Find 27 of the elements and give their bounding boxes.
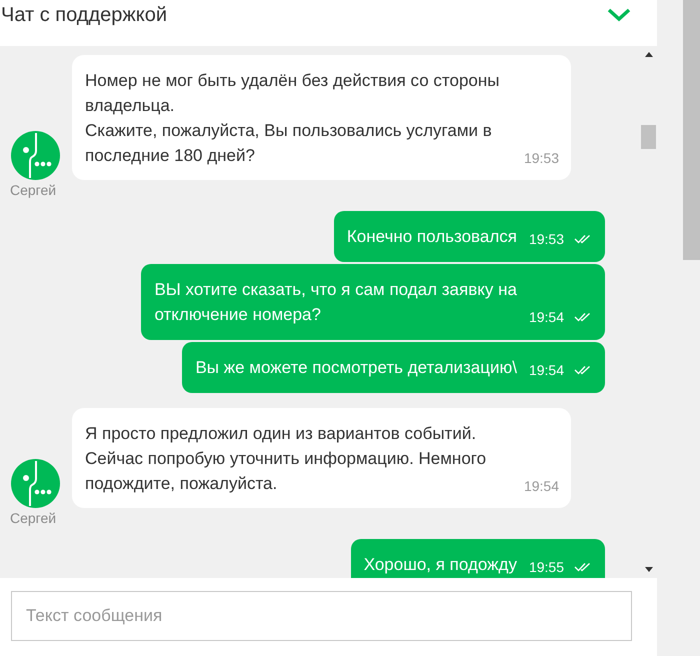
sender-name: Сергей [10, 181, 56, 200]
message-text: ВЫ хотите сказать, что я сам подал заявку на отключение номера? [154, 279, 517, 326]
message-text: Я просто предложил один из вариантов событий. Сейчас попробую уточнить информацию. Немного подождите, пожалуйста. [85, 423, 486, 495]
double-check-icon [574, 312, 591, 322]
message-input[interactable]: Текст сообщения [11, 591, 632, 641]
message-time: 19:54 [528, 361, 564, 380]
chevron-down-icon[interactable] [607, 8, 631, 22]
avatar-icon [11, 131, 60, 180]
scrollbar-thumb[interactable] [641, 125, 656, 149]
scroll-up-icon[interactable] [644, 52, 652, 57]
message-text: Хорошо, я подожду [364, 554, 517, 576]
message-time: 19:54 [528, 308, 564, 327]
message-time: 19:55 [528, 558, 564, 577]
scroll-down-icon[interactable] [644, 567, 652, 572]
message-time: 19:53 [524, 149, 559, 168]
message-time: 19:53 [528, 230, 564, 249]
sender-name: Сергей [10, 509, 56, 528]
double-check-icon [574, 365, 591, 375]
message-text: Номер не мог быть удалён без действия со стороны владельца. Скажите, пожалуйста, Вы пользовались услугами в последние 180 дней? [85, 70, 500, 167]
message-time: 19:54 [524, 477, 559, 496]
message-text: Вы же можете посмотреть детализацию\ [195, 357, 517, 379]
double-check-icon [574, 562, 591, 572]
message-text: Конечно пользовался [346, 226, 517, 248]
double-check-icon [574, 234, 591, 244]
chat-title: Чат с поддержкой [1, 3, 168, 28]
page-scrollbar-thumb[interactable] [683, 0, 700, 260]
avatar-icon [11, 459, 60, 508]
